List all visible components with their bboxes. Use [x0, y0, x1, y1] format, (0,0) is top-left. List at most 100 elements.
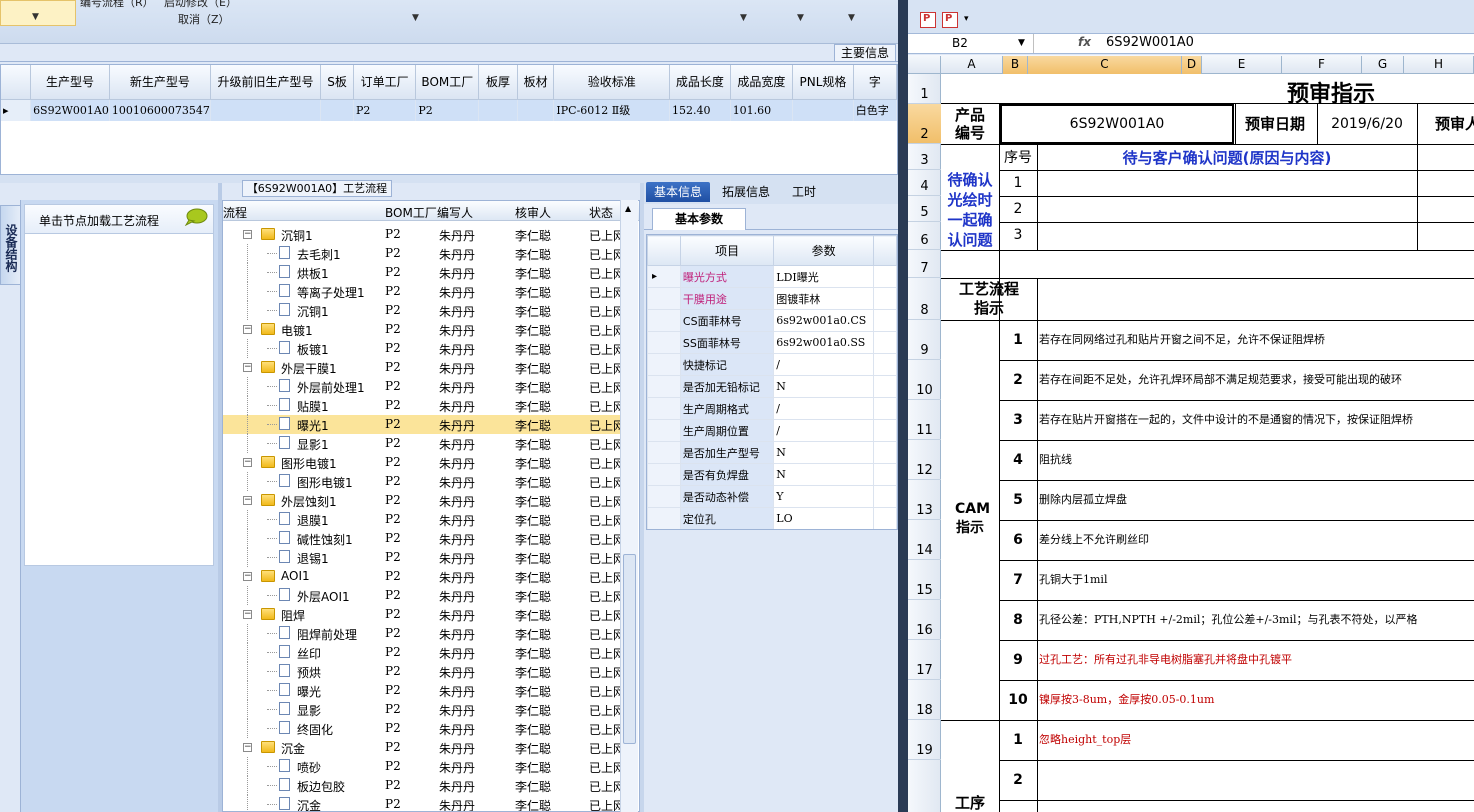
param-row[interactable]: 是否加无铅标记 N: [647, 375, 897, 398]
grid-cell[interactable]: 152.40: [669, 99, 731, 121]
cam-seq-cell[interactable]: 6: [1000, 520, 1036, 560]
row-header[interactable]: 11: [908, 400, 941, 440]
tree-node-group[interactable]: − AOI1 P2 朱丹丹 李仁聪 已上网: [223, 567, 625, 586]
menu-item-start-modify[interactable]: 启动修改（E）: [164, 0, 237, 10]
row-header[interactable]: 5: [908, 196, 941, 222]
scrollbar-thumb[interactable]: [623, 554, 636, 744]
cam-seq-cell[interactable]: 9: [1000, 640, 1036, 680]
issue-header[interactable]: 待与客户确认问题(原因与内容): [1037, 146, 1417, 170]
column-header[interactable]: A: [941, 56, 1003, 74]
row-indicator[interactable]: [647, 485, 681, 508]
cam-seq-cell[interactable]: 10: [1000, 680, 1036, 720]
cam-instruction-cell[interactable]: 孔铜大于1mil: [1039, 560, 1474, 600]
row-indicator[interactable]: [647, 507, 681, 529]
tree-node-group[interactable]: − 外层干膜1 P2 朱丹丹 李仁聪 已上网: [223, 358, 625, 377]
param-value[interactable]: N: [773, 441, 874, 464]
tree-node-group[interactable]: − 电镀1 P2 朱丹丹 李仁聪 已上网: [223, 320, 625, 339]
scroll-up-icon[interactable]: ▲: [625, 204, 631, 213]
row-header[interactable]: 17: [908, 640, 941, 680]
name-box-dropdown-icon[interactable]: ▼: [1018, 34, 1025, 53]
row-indicator[interactable]: [647, 331, 681, 354]
tree-node-step[interactable]: 沉金 P2 朱丹丹 李仁聪 已上网: [223, 795, 625, 811]
pdf-icon[interactable]: P: [920, 12, 936, 28]
column-header[interactable]: H: [1404, 56, 1474, 74]
tree-node-step[interactable]: 显影1 P2 朱丹丹 李仁聪 已上网: [223, 434, 625, 453]
fx-icon[interactable]: fx: [1078, 35, 1091, 49]
grid-cell[interactable]: P2: [415, 99, 480, 121]
column-header[interactable]: B: [1003, 56, 1028, 74]
cam-instruction-cell[interactable]: 删除内层孤立焊盘: [1039, 480, 1474, 520]
tree-node-step[interactable]: 烘板1 P2 朱丹丹 李仁聪 已上网: [223, 263, 625, 282]
step-label[interactable]: 工序: [941, 792, 999, 812]
grid-col-header[interactable]: PNL规格: [792, 65, 854, 100]
row-header[interactable]: 3: [908, 144, 941, 170]
tree-node-step[interactable]: 等离子处理1 P2 朱丹丹 李仁聪 已上网: [223, 282, 625, 301]
cam-seq-cell[interactable]: 8: [1000, 600, 1036, 640]
grid-cell[interactable]: 6S92W001A0: [30, 99, 110, 121]
param-value[interactable]: 6s92w001a0.CS: [773, 309, 874, 332]
name-box[interactable]: B2 ▼: [908, 34, 1034, 53]
tab-basic-params[interactable]: 基本参数: [652, 208, 746, 230]
param-value[interactable]: /: [773, 397, 874, 420]
param-col-item[interactable]: 项目: [679, 235, 775, 266]
tree-node-step[interactable]: 退锡1 P2 朱丹丹 李仁聪 已上网: [223, 548, 625, 567]
collapse-icon[interactable]: −: [243, 610, 252, 619]
step-instruction-cell[interactable]: [1039, 760, 1474, 800]
step-seq-cell[interactable]: 1: [1000, 720, 1036, 760]
row-header[interactable]: 14: [908, 520, 941, 560]
param-row[interactable]: SS面菲林号 6s92w001a0.SS: [647, 331, 897, 354]
grid-cell[interactable]: [210, 99, 322, 121]
row-indicator[interactable]: [647, 353, 681, 376]
step-instruction-cell[interactable]: 忽略height_top层: [1039, 720, 1474, 760]
reviewer-label[interactable]: 预审人: [1419, 104, 1474, 144]
tree-node-group[interactable]: − 图形电镀1 P2 朱丹丹 李仁聪 已上网: [223, 453, 625, 472]
tree-node-step[interactable]: 丝印 P2 朱丹丹 李仁聪 已上网: [223, 643, 625, 662]
collapse-icon[interactable]: −: [243, 363, 252, 372]
param-value[interactable]: Y: [773, 485, 874, 508]
tree-node-step[interactable]: 退膜1 P2 朱丹丹 李仁聪 已上网: [223, 510, 625, 529]
dropdown-arrow-icon[interactable]: ▼: [797, 13, 804, 23]
dropdown-arrow-icon[interactable]: ▼: [32, 12, 39, 22]
collapse-icon[interactable]: −: [243, 325, 252, 334]
tree-node-step[interactable]: 板边包胶 P2 朱丹丹 李仁聪 已上网: [223, 776, 625, 795]
row-header[interactable]: 1: [908, 74, 941, 104]
dropdown-arrow-icon[interactable]: ▼: [412, 13, 419, 23]
confirm-issues-label[interactable]: 待确认光绘时一起确认问题: [941, 170, 999, 250]
tree-node-step[interactable]: 阻焊前处理 P2 朱丹丹 李仁聪 已上网: [223, 624, 625, 643]
tree-node-step[interactable]: 贴膜1 P2 朱丹丹 李仁聪 已上网: [223, 396, 625, 415]
tree-node-step[interactable]: 终固化 P2 朱丹丹 李仁聪 已上网: [223, 719, 625, 738]
param-row[interactable]: 是否动态补偿 Y: [647, 485, 897, 508]
cam-seq-cell[interactable]: 4: [1000, 440, 1036, 480]
cam-seq-cell[interactable]: 2: [1000, 360, 1036, 400]
tree-node-group[interactable]: − 阻焊 P2 朱丹丹 李仁聪 已上网: [223, 605, 625, 624]
tab-work-hours[interactable]: 工时: [780, 182, 828, 202]
row-header[interactable]: 6: [908, 222, 941, 250]
cam-seq-cell[interactable]: 5: [1000, 480, 1036, 520]
grid-cell[interactable]: IPC-6012 Ⅱ级: [553, 99, 671, 121]
param-value[interactable]: N: [773, 375, 874, 398]
grid-cell[interactable]: [792, 99, 854, 121]
cam-instruction-cell[interactable]: 若存在同网络过孔和贴片开窗之间不足，允许不保证阻焊桥: [1039, 320, 1474, 360]
seq-label[interactable]: 序号: [1000, 146, 1036, 170]
row-indicator[interactable]: [647, 287, 681, 310]
grid-col-header[interactable]: 新生产型号: [109, 65, 211, 100]
grid-col-header[interactable]: BOM工厂: [415, 65, 480, 100]
cam-seq-cell[interactable]: 7: [1000, 560, 1036, 600]
menu-item-cancel[interactable]: 取消（Z）: [178, 11, 230, 27]
column-header[interactable]: D: [1182, 56, 1202, 74]
tab-basic-info[interactable]: 基本信息: [646, 182, 710, 202]
grid-col-header[interactable]: 字: [853, 65, 897, 100]
formula-input[interactable]: 6S92W001A0: [1106, 35, 1194, 50]
grid-cell[interactable]: 101.60: [730, 99, 794, 121]
tree-scrollbar[interactable]: ▲: [620, 200, 638, 812]
dropdown-arrow-icon[interactable]: ▼: [848, 13, 855, 23]
grid-col-header[interactable]: 成品宽度: [730, 65, 794, 100]
param-row[interactable]: 定位孔 LO: [647, 507, 897, 529]
cam-instruction-cell[interactable]: 阻抗线: [1039, 440, 1474, 480]
select-all-corner[interactable]: [908, 56, 941, 74]
column-header[interactable]: C: [1028, 56, 1182, 74]
collapse-icon[interactable]: −: [243, 458, 252, 467]
product-code-cell[interactable]: 6S92W001A0: [1000, 104, 1234, 144]
cam-instruction-cell[interactable]: 镍厚按3-8um，金厚按0.05-0.1um: [1039, 680, 1474, 720]
column-header[interactable]: G: [1362, 56, 1404, 74]
